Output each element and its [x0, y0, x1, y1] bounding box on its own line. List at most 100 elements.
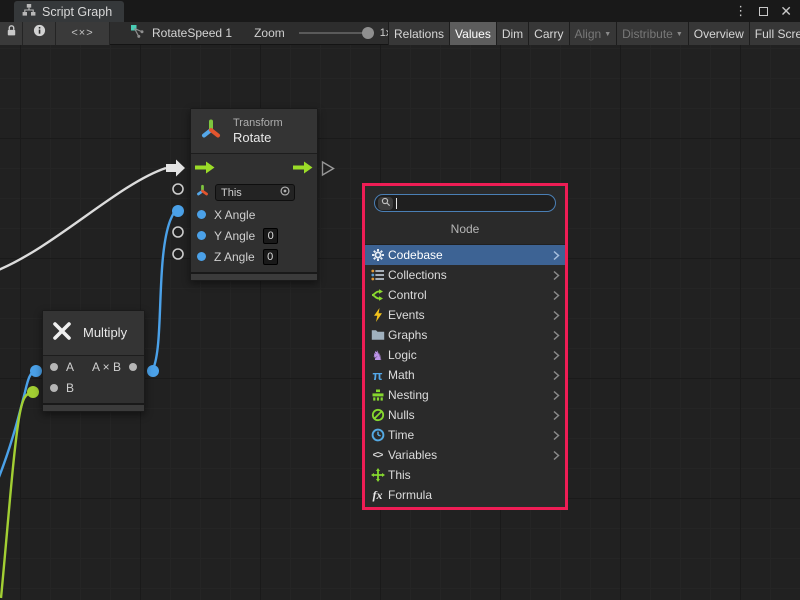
node-footer: [43, 403, 144, 411]
breadcrumb[interactable]: RotateSpeed 1: [130, 24, 232, 42]
zangle-port-circle[interactable]: [173, 249, 183, 259]
output-label: A × B: [92, 360, 121, 374]
this-icon: [369, 468, 386, 483]
zoom-slider[interactable]: [299, 27, 373, 39]
yangle-port-circle[interactable]: [173, 227, 183, 237]
port-row-a[interactable]: A A × B: [43, 356, 144, 377]
graph-node-icon: [130, 24, 145, 42]
toolbar-button-overview[interactable]: Overview: [689, 22, 750, 45]
menu-item-label: Nesting: [388, 388, 553, 402]
menu-item-collections[interactable]: Collections: [365, 265, 565, 285]
port-row-zangle[interactable]: Z Angle 0: [191, 246, 317, 267]
chevron-right-icon: [553, 330, 560, 341]
lightning-icon: [369, 308, 386, 323]
zangle-port[interactable]: [197, 252, 206, 261]
node-title: Rotate: [233, 130, 283, 146]
xangle-port[interactable]: [197, 210, 206, 219]
menu-item-label: Nulls: [388, 408, 553, 422]
menu-item-logic[interactable]: ♞Logic: [365, 345, 565, 365]
chevron-right-icon: [553, 370, 560, 381]
clock-icon: [369, 428, 386, 443]
menu-item-math[interactable]: πMath: [365, 365, 565, 385]
menu-item-time[interactable]: Time: [365, 425, 565, 445]
menu-item-control[interactable]: Control: [365, 285, 565, 305]
control-output-port[interactable]: [293, 161, 313, 179]
chevron-right-icon: [553, 290, 560, 301]
menu-item-label: Control: [388, 288, 553, 302]
a-wire-endpoint[interactable]: [30, 365, 42, 377]
control-output-unconnected-port[interactable]: [323, 162, 334, 175]
breadcrumb-label: RotateSpeed 1: [152, 26, 232, 40]
maximize-icon[interactable]: [759, 7, 768, 16]
b-port[interactable]: [50, 384, 58, 392]
menu-item-variables[interactable]: <>Variables: [365, 445, 565, 465]
info-button[interactable]: [23, 22, 56, 45]
port-row-b[interactable]: B: [43, 377, 144, 398]
variables-icon: <>: [369, 448, 386, 463]
menu-item-formula[interactable]: fxFormula: [365, 485, 565, 505]
lock-icon: [5, 24, 18, 42]
text-caret: [396, 198, 397, 209]
toolbar-button-align: Align▼: [570, 22, 618, 45]
node-footer: [191, 272, 317, 280]
menu-item-this[interactable]: This: [365, 465, 565, 485]
view-buttons-group: Relations Values DimCarryAlign▼Distribute▼…: [388, 22, 800, 45]
tab-bar: Script Graph ⋮ ✕: [0, 0, 800, 22]
xangle-wire-endpoint[interactable]: [172, 205, 184, 217]
toolbar-button-carry[interactable]: Carry: [529, 22, 569, 45]
axb-wire-endpoint[interactable]: [147, 365, 159, 377]
toolbar-button-label: Relations: [394, 27, 444, 41]
menu-item-nesting[interactable]: Nesting: [365, 385, 565, 405]
collections-icon: [369, 268, 386, 283]
toolbar-button-label: Values: [455, 27, 491, 41]
b-wire-endpoint[interactable]: [27, 386, 39, 398]
toolbar-button-fullscreen[interactable]: Full Screen: [750, 22, 800, 45]
kebab-menu-icon[interactable]: ⋮: [734, 3, 747, 19]
axb-port[interactable]: [129, 363, 137, 371]
fuzzy-finder-popup: Node CodebaseCollectionsControlEventsGra…: [362, 183, 568, 510]
tab-script-graph[interactable]: Script Graph: [14, 1, 124, 22]
menu-item-label: This: [388, 468, 560, 482]
this-field[interactable]: This: [215, 184, 295, 201]
menu-item-label: Graphs: [388, 328, 553, 342]
menu-item-label: Events: [388, 308, 553, 322]
gear-icon: [369, 248, 386, 263]
control-input-port[interactable]: [195, 161, 215, 179]
zoom-slider-handle[interactable]: [362, 27, 374, 39]
port-row-xangle[interactable]: X Angle: [191, 204, 317, 225]
toolbar-button-label: Overview: [694, 27, 744, 41]
toolbar-button-relations[interactable]: Relations: [389, 22, 450, 45]
port-row-yangle[interactable]: Y Angle 0: [191, 225, 317, 246]
menu-item-label: Math: [388, 368, 553, 382]
close-icon[interactable]: ✕: [780, 4, 792, 18]
menu-item-events[interactable]: Events: [365, 305, 565, 325]
info-icon: [33, 24, 46, 42]
code-preview-icon: <×>: [71, 27, 93, 39]
port-label: X Angle: [214, 208, 255, 222]
this-port-circle[interactable]: [173, 184, 183, 194]
a-port[interactable]: [50, 363, 58, 371]
search-icon: [381, 194, 391, 212]
menu-item-nulls[interactable]: Nulls: [365, 405, 565, 425]
toolbar-button-values[interactable]: Values: [450, 22, 497, 45]
search-input[interactable]: [374, 194, 556, 212]
toolbar-button-distribute: Distribute▼: [617, 22, 689, 45]
chevron-right-icon: [553, 450, 560, 461]
object-picker-icon[interactable]: [279, 185, 291, 200]
menu-item-graphs[interactable]: Graphs: [365, 325, 565, 345]
menu-item-codebase[interactable]: Codebase: [365, 245, 565, 265]
zangle-value-field[interactable]: 0: [263, 249, 278, 265]
nesting-icon: [369, 388, 386, 403]
graph-canvas[interactable]: Transform Rotate This X Angle Y Angle 0: [0, 45, 800, 600]
yangle-value-field[interactable]: 0: [263, 228, 278, 244]
toolbar-button-dim[interactable]: Dim: [497, 22, 529, 45]
node-header[interactable]: Transform Rotate: [191, 109, 317, 153]
transform-rotate-node[interactable]: Transform Rotate This X Angle Y Angle 0: [190, 108, 318, 281]
this-field-label: This: [221, 187, 279, 199]
yangle-port[interactable]: [197, 231, 206, 240]
zoom-label: Zoom: [254, 26, 285, 40]
code-preview-button[interactable]: <×>: [56, 22, 110, 45]
node-header[interactable]: Multiply: [43, 311, 144, 355]
lock-button[interactable]: [0, 22, 23, 45]
multiply-node[interactable]: Multiply A A × B B: [42, 310, 145, 412]
